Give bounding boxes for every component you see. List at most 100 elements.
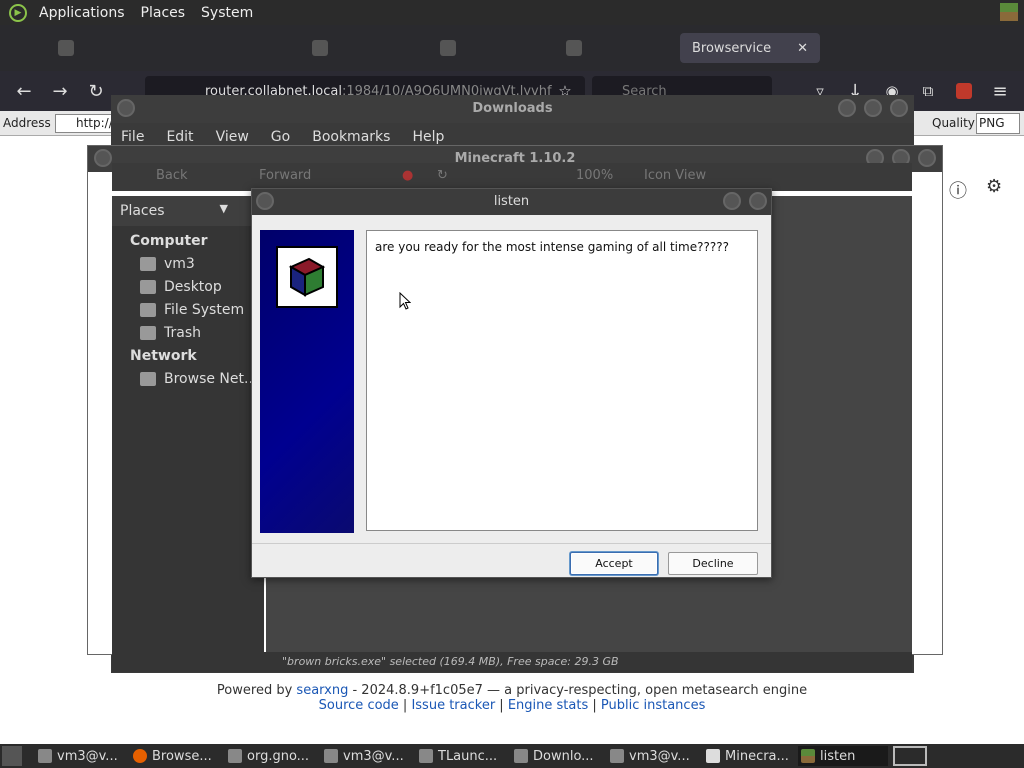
issue-tracker-link[interactable]: Issue tracker	[411, 698, 495, 713]
hamburger-menu-icon[interactable]: ≡	[988, 79, 1012, 103]
forward-button[interactable]: Forward	[259, 168, 311, 183]
minecraft-tray-icon[interactable]	[1000, 3, 1018, 21]
menu-view[interactable]: View	[216, 129, 249, 145]
extensions-icon[interactable]: ⧉	[916, 79, 940, 103]
window-menu-icon[interactable]	[94, 149, 112, 167]
status-bar: "brown bricks.exe" selected (169.4 MB), …	[112, 652, 912, 672]
browser-tab[interactable]	[566, 33, 582, 63]
sidebar-item-vm3[interactable]: vm3	[140, 256, 195, 272]
tab-favicon-icon	[440, 40, 456, 56]
task-terminal[interactable]: vm3@v...	[38, 746, 126, 766]
places-sidebar: Places ▼ Computer vm3 Desktop File Syste…	[112, 196, 264, 660]
task-terminal[interactable]: vm3@v...	[324, 746, 412, 766]
info-icon[interactable]: ⓘ	[949, 177, 967, 203]
minimize-icon[interactable]	[723, 192, 741, 210]
menu-places[interactable]: Places	[133, 5, 194, 21]
home-folder-icon	[140, 257, 156, 271]
task-label: Browse...	[152, 748, 212, 764]
downloads-titlebar[interactable]: Downloads	[111, 95, 914, 123]
trash-icon	[140, 326, 156, 340]
sidebar-item-browse-network[interactable]: Browse Net...	[140, 371, 257, 387]
workspace-switcher[interactable]	[893, 746, 927, 766]
link-separator: |	[495, 698, 508, 713]
task-browser[interactable]: Browse...	[133, 746, 221, 766]
network-icon	[140, 372, 156, 386]
tab-close-icon[interactable]: ✕	[797, 41, 808, 56]
searxng-link[interactable]: searxng	[296, 683, 348, 698]
menu-bookmarks[interactable]: Bookmarks	[312, 129, 390, 145]
task-label: vm3@v...	[343, 748, 404, 764]
mouse-cursor-icon	[399, 292, 411, 310]
distro-logo-icon[interactable]: ▶	[9, 3, 27, 22]
reload-icon[interactable]: ↻	[437, 168, 448, 183]
menu-help[interactable]: Help	[412, 129, 444, 145]
drive-icon	[140, 303, 156, 317]
listen-title: listen	[493, 194, 530, 209]
terminal-icon	[610, 749, 624, 763]
zoom-level[interactable]: 100%	[576, 168, 613, 183]
places-section-computer: Computer	[130, 233, 208, 249]
maximize-icon[interactable]	[864, 99, 882, 117]
browser-tab-active[interactable]: Browservice ✕	[680, 33, 821, 63]
reload-icon[interactable]: ↻	[84, 79, 108, 103]
tab-label: Browservice	[692, 40, 772, 56]
menu-edit[interactable]: Edit	[166, 129, 193, 145]
chevron-down-icon[interactable]: ▼	[220, 202, 228, 215]
settings-gear-icon[interactable]: ⚙	[986, 176, 1002, 197]
task-label: listen	[820, 748, 856, 764]
forward-arrow-icon[interactable]: →	[48, 79, 72, 103]
window-icon	[706, 749, 720, 763]
places-header[interactable]: Places ▼	[112, 196, 264, 226]
browser-tab[interactable]	[440, 33, 456, 63]
task-tlauncher[interactable]: TLaunc...	[419, 746, 507, 766]
task-listen[interactable]: listen	[798, 746, 888, 766]
sidebar-item-file-system[interactable]: File System	[140, 302, 244, 318]
tab-favicon-icon	[58, 40, 74, 56]
ublock-icon[interactable]	[952, 79, 976, 103]
public-instances-link[interactable]: Public instances	[601, 698, 705, 713]
window-menu-icon[interactable]	[117, 99, 135, 117]
back-arrow-icon[interactable]: ←	[12, 79, 36, 103]
desktop-folder-icon	[140, 280, 156, 294]
source-code-link[interactable]: Source code	[319, 698, 399, 713]
show-desktop-icon[interactable]	[2, 746, 22, 766]
tlauncher-icon	[419, 749, 433, 763]
listen-titlebar[interactable]: listen	[252, 189, 771, 215]
tab-favicon-icon	[566, 40, 582, 56]
menu-go[interactable]: Go	[271, 129, 290, 145]
menu-file[interactable]: File	[121, 129, 144, 145]
decline-button[interactable]: Decline	[668, 552, 758, 575]
view-mode-select[interactable]: Icon View	[644, 168, 706, 183]
downloads-title: Downloads	[472, 101, 553, 116]
minecraft-block-icon	[801, 749, 815, 763]
menu-system[interactable]: System	[193, 5, 261, 21]
close-icon[interactable]	[890, 99, 908, 117]
sidebar-item-label: File System	[164, 302, 245, 318]
version-text: - 2024.8.9+f1c05e7 — a privacy-respectin…	[348, 683, 808, 698]
menu-applications[interactable]: Applications	[31, 5, 133, 21]
back-button[interactable]: Back	[156, 168, 188, 183]
task-downloads[interactable]: Downlo...	[514, 746, 604, 766]
firefox-icon	[133, 749, 147, 763]
close-icon[interactable]	[749, 192, 767, 210]
engine-stats-link[interactable]: Engine stats	[508, 698, 588, 713]
sidebar-item-trash[interactable]: Trash	[140, 325, 201, 341]
browser-tab[interactable]	[312, 33, 328, 63]
sidebar-item-desktop[interactable]: Desktop	[140, 279, 222, 295]
quality-select[interactable]: PNG	[976, 113, 1020, 134]
browser-tab[interactable]	[58, 33, 74, 63]
stop-icon[interactable]: ●	[402, 168, 413, 183]
bottom-taskbar: vm3@v... Browse... org.gno... vm3@v... T…	[0, 744, 1024, 768]
places-title: Places	[120, 203, 165, 219]
close-icon[interactable]	[918, 149, 936, 167]
address-field[interactable]: http://	[55, 114, 115, 133]
accept-button[interactable]: Accept	[570, 552, 658, 575]
top-panel: ▶ Applications Places System	[0, 0, 1024, 25]
task-terminal[interactable]: vm3@v...	[610, 746, 698, 766]
minimize-icon[interactable]	[838, 99, 856, 117]
places-section-network: Network	[130, 348, 197, 364]
window-menu-icon[interactable]	[256, 192, 274, 210]
task-editor[interactable]: org.gno...	[228, 746, 318, 766]
installer-cube-icon	[276, 246, 338, 308]
task-minecraft[interactable]: Minecra...	[706, 746, 794, 766]
